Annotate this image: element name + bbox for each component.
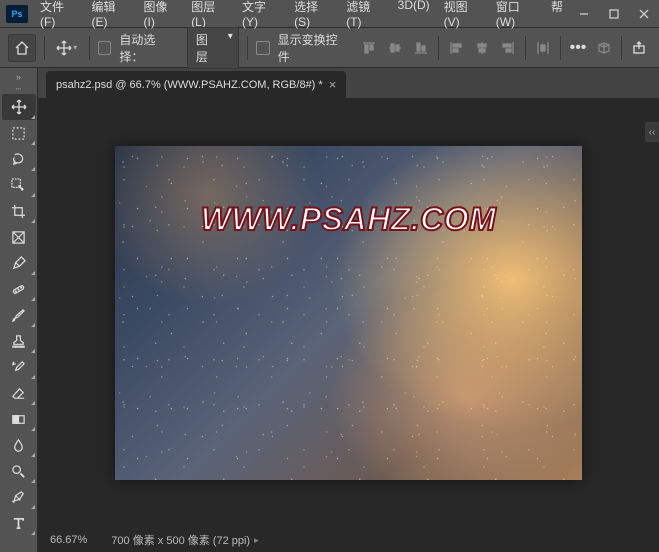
pen-tool[interactable] [2,484,36,510]
separator [438,36,439,60]
history-brush-tool[interactable] [2,354,36,380]
maximize-button[interactable] [599,2,629,26]
tab-label: psahz2.psd @ 66.7% (WWW.PSAHZ.COM, RGB/8… [56,79,323,91]
document-dimensions[interactable]: 700 像素 x 500 像素 (72 ppi)▸ [111,532,258,548]
frame-tool[interactable] [2,224,36,250]
lasso-tool[interactable] [2,146,36,172]
crop-tool[interactable] [2,198,36,224]
align-top-icon[interactable] [357,36,381,60]
eyedropper-tool[interactable] [2,250,36,276]
toolbar-grip-icon[interactable]: ┄ [0,84,37,94]
align-left-icon[interactable] [444,36,468,60]
eraser-tool[interactable] [2,380,36,406]
main-area: » ┄ psahz2.psd @ 66.7% (WWW.PSAHZ.COM, R… [0,68,659,552]
status-bar: 66.67% 700 像素 x 500 像素 (72 ppi)▸ [38,528,659,552]
menu-window[interactable]: 窗口(W) [490,0,543,33]
toolbar-expand-icon[interactable]: » [0,70,37,84]
canvas-area[interactable]: ‹‹ WWW.PSAHZ.COM [38,98,659,528]
separator [247,36,248,60]
dodge-tool[interactable] [2,458,36,484]
menu-view[interactable]: 视图(V) [438,0,488,33]
menu-file[interactable]: 文件(F) [34,0,83,33]
brush-tool[interactable] [2,302,36,328]
move-tool[interactable] [2,94,36,120]
separator [621,36,622,60]
type-tool[interactable] [2,510,36,536]
quick-select-tool[interactable] [2,172,36,198]
separator [560,36,561,60]
chevron-right-icon: ▸ [254,535,259,546]
marquee-tool[interactable] [2,120,36,146]
zoom-level[interactable]: 66.67% [50,534,87,546]
close-button[interactable] [629,2,659,26]
tools-panel: » ┄ [0,68,38,552]
align-bottom-icon[interactable] [409,36,433,60]
3d-mode-icon[interactable] [592,36,616,60]
tab-close-icon[interactable]: × [329,78,337,91]
stamp-tool[interactable] [2,328,36,354]
workspace: psahz2.psd @ 66.7% (WWW.PSAHZ.COM, RGB/8… [38,68,659,552]
panel-collapse-icon[interactable]: ‹‹ [645,122,659,142]
window-controls [569,2,659,26]
move-tool-icon[interactable]: ▾ [53,34,81,62]
main-menu: 文件(F) 编辑(E) 图像(I) 图层(L) 文字(Y) 选择(S) 滤镜(T… [34,0,569,33]
align-vcenter-icon[interactable] [383,36,407,60]
watermark-text: WWW.PSAHZ.COM [115,201,582,238]
title-bar: Ps 文件(F) 编辑(E) 图像(I) 图层(L) 文字(Y) 选择(S) 滤… [0,0,659,28]
canvas-texture [115,146,582,480]
distribute-icon[interactable] [531,36,555,60]
menu-filter[interactable]: 滤镜(T) [340,0,389,33]
more-options-icon[interactable]: ••• [566,36,590,60]
menu-help[interactable]: 帮 [545,0,569,33]
menu-type[interactable]: 文字(Y) [236,0,286,33]
healing-tool[interactable] [2,276,36,302]
blur-tool[interactable] [2,432,36,458]
home-button[interactable] [8,34,36,62]
transform-checkbox[interactable] [256,41,270,55]
align-hcenter-icon[interactable] [470,36,494,60]
minimize-button[interactable] [569,2,599,26]
gradient-tool[interactable] [2,406,36,432]
auto-select-dropdown[interactable]: 图层 [187,27,239,69]
align-right-icon[interactable] [496,36,520,60]
share-icon[interactable] [627,36,651,60]
document-tab[interactable]: psahz2.psd @ 66.7% (WWW.PSAHZ.COM, RGB/8… [46,71,346,98]
document-tabs: psahz2.psd @ 66.7% (WWW.PSAHZ.COM, RGB/8… [38,68,659,98]
auto-select-checkbox[interactable] [98,41,112,55]
auto-select-label: 自动选择： [119,31,179,65]
menu-select[interactable]: 选择(S) [288,0,338,33]
options-bar: ▾ 自动选择： 图层 显示变换控件 ••• [0,28,659,68]
align-group: ••• [357,36,651,60]
separator [525,36,526,60]
separator [89,36,90,60]
document-canvas[interactable]: WWW.PSAHZ.COM [115,146,582,480]
menu-image[interactable]: 图像(I) [138,0,184,33]
separator [44,36,45,60]
menu-3d[interactable]: 3D(D) [392,0,436,33]
menu-edit[interactable]: 编辑(E) [85,0,135,33]
transform-label: 显示变换控件 [278,31,349,65]
app-logo: Ps [6,5,28,23]
